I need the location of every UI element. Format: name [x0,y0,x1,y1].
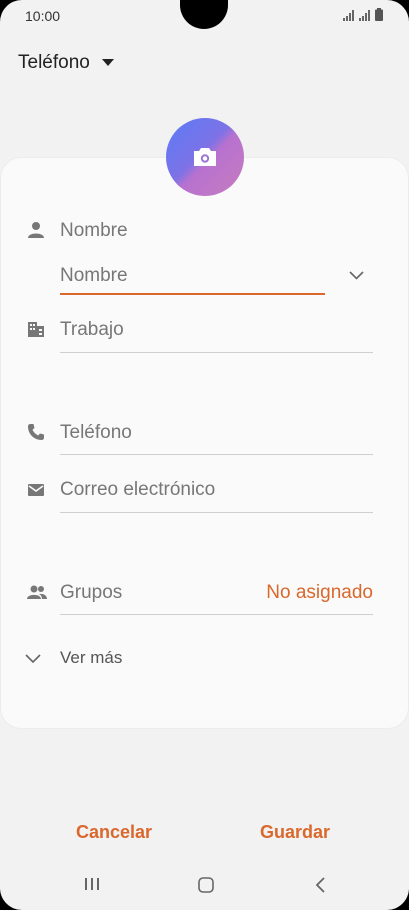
dropdown-arrow-icon [101,59,114,66]
groups-value[interactable]: No asignado [266,582,373,604]
phone-underline [60,454,373,455]
email-input[interactable]: Correo electrónico [60,479,215,501]
battery-icon [375,8,383,21]
cancel-button[interactable]: Cancelar [76,822,152,843]
work-input[interactable]: Trabajo [60,319,124,341]
save-button[interactable]: Guardar [260,822,330,843]
email-underline [60,512,373,513]
building-icon [28,322,44,337]
name-label: Nombre [60,220,128,241]
signal-icon [359,10,370,21]
group-icon [27,585,47,599]
recents-icon[interactable] [84,876,100,892]
person-icon [28,222,44,238]
status-time: 10:00 [25,8,61,24]
account-label: Teléfono [18,52,90,73]
camera-icon [194,148,216,166]
photo-button[interactable] [166,118,244,196]
status-icons [343,7,383,21]
phone-input[interactable]: Teléfono [60,422,132,444]
chevron-down-icon[interactable] [349,271,364,280]
phone-icon [28,424,44,440]
name-input[interactable]: Nombre [60,265,128,287]
screen: 10:00 Teléfono Nombre Nombre Trabajo Tel… [0,0,409,910]
signal-icon [343,10,354,21]
work-underline [60,352,373,353]
more-fields-button[interactable]: Ver más [60,648,122,668]
groups-label: Grupos [60,582,123,603]
camera-notch [180,0,228,29]
email-icon [28,484,44,496]
chevron-down-icon[interactable] [25,654,41,663]
home-icon[interactable] [197,876,215,894]
back-icon[interactable] [314,876,326,894]
name-input-underline [60,293,325,295]
account-selector[interactable]: Teléfono [18,52,114,74]
groups-underline [60,614,373,615]
